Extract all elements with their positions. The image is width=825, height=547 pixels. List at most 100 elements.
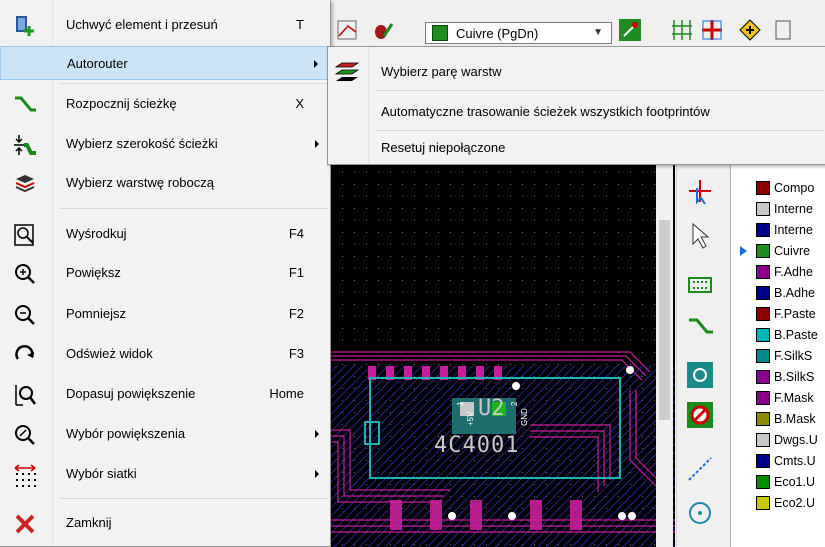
select-arrow-icon[interactable] (685, 176, 715, 209)
menu-item-reset-unconnected[interactable]: Resetuj niepołączone (328, 131, 824, 165)
layer-row[interactable]: B.Paste (731, 325, 825, 345)
layer-color-swatch[interactable] (756, 454, 770, 468)
layer-color-swatch[interactable] (756, 202, 770, 216)
menu-item-label: Dopasuj powiększenie (66, 386, 196, 401)
menu-item-autoroute-all[interactable]: Automatyczne trasowanie ścieżek wszystki… (328, 95, 824, 129)
layer-name: Cmts.U (774, 454, 816, 468)
layer-row[interactable]: Compo (731, 178, 825, 198)
zoom-out-icon (13, 303, 37, 327)
menu-item-drag-item[interactable]: Uchwyć element i przesuń T (0, 8, 329, 42)
layer-row[interactable]: Eco2.U (731, 493, 825, 513)
menu-item-label: Resetuj niepołączone (381, 140, 506, 155)
menu-item-shortcut: F1 (288, 265, 304, 280)
menu-item-zoom-select[interactable]: Wybór powiększenia (0, 417, 329, 451)
menu-item-center[interactable]: Wyśrodkuj F4 (0, 217, 329, 251)
layer-row[interactable]: B.Mask (731, 409, 825, 429)
layer-row[interactable]: Interne (731, 220, 825, 240)
submenu-arrow-icon (315, 430, 319, 438)
layer-row[interactable]: Cmts.U (731, 451, 825, 471)
menu-item-label: Wybierz parę warstw (381, 64, 502, 79)
active-layer-select[interactable]: Cuivre (PgDn) ▼ (425, 22, 612, 44)
layer-color-swatch[interactable] (756, 475, 770, 489)
layer-color-swatch[interactable] (756, 286, 770, 300)
menu-item-fit-zoom[interactable]: Dopasuj powiększenie Home (0, 377, 329, 411)
menu-item-working-layer[interactable]: Wybierz warstwę roboczą (0, 166, 329, 200)
grid-select-icon (13, 463, 37, 487)
highlight-pointer-icon[interactable] (685, 220, 715, 253)
menu-item-shortcut: Home (269, 386, 304, 401)
layer-row[interactable]: Interne (731, 199, 825, 219)
layer-name: Interne (774, 202, 813, 216)
layer-color-swatch[interactable] (756, 412, 770, 426)
layer-row[interactable]: F.Paste (731, 304, 825, 324)
layer-color-swatch[interactable] (756, 370, 770, 384)
menu-item-zoom-in[interactable]: Powiększ F1 (0, 256, 329, 290)
component-value: 4C4001 (434, 433, 520, 458)
layer-name: B.Adhe (774, 286, 816, 300)
menu-item-track-width[interactable]: Wybierz szerokość ścieżki (0, 127, 329, 161)
track-icon (13, 93, 37, 117)
pin-label: +5V (466, 411, 475, 426)
layer-name: Eco1.U (774, 475, 815, 489)
menu-item-start-track[interactable]: Rozpocznij ścieżkę X (0, 87, 329, 121)
layer-color-swatch[interactable] (756, 265, 770, 279)
layer-row[interactable]: F.Adhe (731, 262, 825, 282)
arc-icon[interactable] (685, 498, 715, 531)
menu-item-label: Wybierz warstwę roboczą (66, 175, 214, 190)
via-icon[interactable] (685, 360, 715, 393)
footprint-icon[interactable] (685, 270, 715, 303)
ratsnest-icon[interactable] (700, 18, 724, 42)
route-icon[interactable] (336, 18, 360, 42)
scrollbar-thumb[interactable] (659, 220, 670, 420)
layer-name: F.Adhe (774, 265, 813, 279)
layer-color-swatch[interactable] (756, 244, 770, 258)
layer-row[interactable]: F.Mask (731, 388, 825, 408)
pcb-canvas[interactable]: U2 4C4001 1 +5V 2 GND (330, 160, 675, 547)
graphic-line-icon[interactable] (685, 454, 715, 487)
layer-row[interactable]: Dwgs.U (731, 430, 825, 450)
keepout-icon[interactable] (685, 400, 715, 433)
zoom-select-icon (13, 423, 37, 447)
layer-color-swatch[interactable] (756, 328, 770, 342)
layer-row[interactable]: B.Adhe (731, 283, 825, 303)
layer-color-swatch[interactable] (756, 181, 770, 195)
menu-item-zoom-out[interactable]: Pomniejsz F2 (0, 297, 329, 331)
zoom-center-icon (13, 223, 37, 247)
drc-bug-icon[interactable] (370, 18, 394, 42)
autorouter-submenu: Wybierz parę warstw Automatyczne trasowa… (327, 46, 825, 165)
highlight-net-icon[interactable] (738, 18, 762, 42)
layer-color-swatch[interactable] (756, 391, 770, 405)
pin-label: 1 (456, 401, 465, 406)
layer-color-swatch[interactable] (756, 349, 770, 363)
menu-item-select-layer-pair[interactable]: Wybierz parę warstw (328, 55, 824, 89)
layer-color-swatch[interactable] (756, 307, 770, 321)
layer-stack-icon (13, 172, 37, 196)
layer-color-swatch[interactable] (756, 433, 770, 447)
grid-icon[interactable] (670, 18, 694, 42)
menu-item-shortcut: X (295, 96, 304, 111)
layer-pair-icon (334, 61, 360, 83)
menu-item-label: Autorouter (67, 56, 128, 71)
layer-row[interactable]: Eco1.U (731, 472, 825, 492)
route-track-icon[interactable] (685, 312, 715, 345)
menu-item-label: Automatyczne trasowanie ścieżek wszystki… (381, 104, 710, 119)
drag-move-icon (13, 14, 37, 38)
layer-row[interactable]: B.SilkS (731, 367, 825, 387)
layer-color-swatch[interactable] (756, 223, 770, 237)
refresh-icon (13, 343, 37, 367)
canvas-vertical-scrollbar[interactable] (656, 160, 673, 547)
layer-pair-icon[interactable] (618, 18, 642, 42)
layer-row[interactable]: F.SilkS (731, 346, 825, 366)
layer-row[interactable]: Cuivre (731, 241, 825, 261)
menu-item-autorouter[interactable]: Autorouter (0, 46, 329, 80)
submenu-arrow-icon (315, 470, 319, 478)
menu-item-label: Powiększ (66, 265, 121, 280)
layer-color-swatch[interactable] (756, 496, 770, 510)
menu-item-close[interactable]: Zamknij (0, 506, 329, 540)
close-icon (13, 512, 37, 536)
toolbar-more-icon[interactable] (772, 18, 796, 42)
menu-item-grid-select[interactable]: Wybór siatki (0, 457, 329, 491)
layer-name: F.Paste (774, 307, 816, 321)
menu-item-shortcut: F4 (288, 226, 304, 241)
menu-item-refresh[interactable]: Odśwież widok F3 (0, 337, 329, 371)
